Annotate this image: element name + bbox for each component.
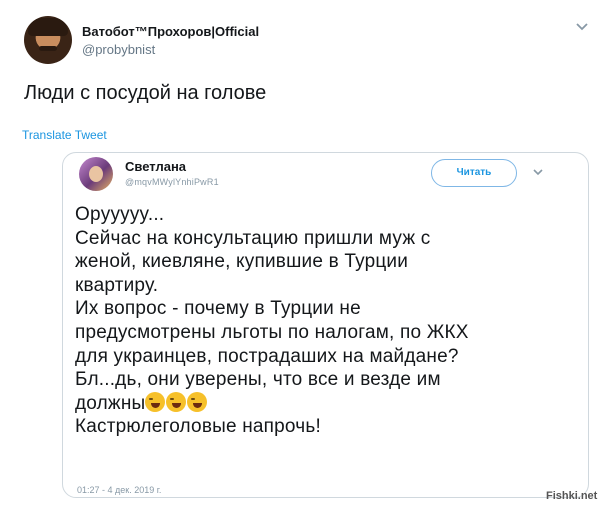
avatar-hair	[28, 18, 68, 36]
tweet-line: предусмотрены льготы по налогам, по ЖКХ	[75, 321, 469, 343]
rolling-laughing-emoji-icon	[145, 391, 166, 412]
embedded-tweet-card[interactable]: Светлана @mqvMWylYnhiPwR1 Читать Орyyyyy…	[62, 152, 589, 498]
tweet-line-text: должны	[75, 392, 146, 414]
tweet-line-with-emoji: должны	[75, 391, 580, 416]
tweet-line: Их вопрос - почему в Турции не	[75, 298, 361, 320]
tweet-line: Орyyyyy...	[75, 204, 165, 225]
tweet-line: Бл...дь, они уверены, что все и везде им	[75, 369, 441, 391]
author-handle[interactable]: @probybnist	[82, 42, 155, 57]
embedded-author-avatar[interactable]	[79, 157, 113, 191]
tweet-line: женой, киевляне, купившие в Турции	[75, 251, 409, 273]
author-name[interactable]: Ватобот™Прохоров|Official	[82, 24, 259, 39]
avatar-mustache	[39, 46, 57, 51]
tweet-line: квартиру.	[75, 274, 159, 296]
tweet-line: Кастрюлеголовые напрочь!	[75, 416, 321, 438]
translate-tweet-link[interactable]: Translate Tweet	[22, 128, 107, 142]
embedded-author-name[interactable]: Светлана	[125, 159, 186, 174]
embedded-tweet-text: Орyyyyy... Сейчас на консультацию пришли…	[75, 203, 580, 439]
follow-button[interactable]: Читать	[431, 159, 517, 187]
author-avatar[interactable]	[24, 16, 72, 64]
rolling-laughing-emoji-icon	[187, 391, 208, 412]
watermark: Fishki.net	[546, 490, 598, 502]
chevron-down-icon[interactable]	[532, 168, 544, 177]
embedded-tweet-timestamp[interactable]: 01:27 - 4 дек. 2019 г.	[77, 485, 161, 495]
rolling-laughing-emoji-icon	[166, 391, 187, 412]
tweet-line: Сейчас на консультацию пришли муж с	[75, 227, 431, 249]
embedded-author-handle[interactable]: @mqvMWylYnhiPwR1	[125, 177, 219, 187]
chevron-down-icon[interactable]	[575, 22, 589, 32]
tweet-line: для украинцев, пострадаших на майдане?	[75, 345, 459, 367]
avatar-face	[89, 166, 103, 182]
tweet-text: Люди с посудой на голове	[24, 82, 267, 104]
